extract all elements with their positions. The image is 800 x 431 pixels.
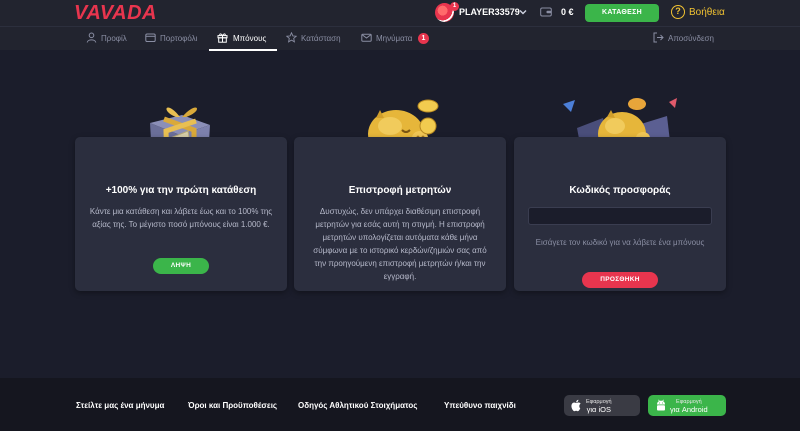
card-title: +100% για την πρώτη κατάθεση (105, 185, 257, 196)
notification-badge: 1 (450, 2, 459, 11)
android-icon (657, 399, 665, 411)
balance-amount: 0 € (561, 7, 574, 17)
tab-label: Πορτοφόλι (160, 34, 198, 43)
android-app-button[interactable]: Εφαρμογή για Android (648, 395, 726, 416)
vavada-logo[interactable]: VAVADA (74, 2, 157, 25)
tab-label: Μπόνους (233, 34, 267, 43)
promo-hint: Εισάγετε τον κωδικό για να λάβετε ένα μπ… (535, 238, 705, 247)
help-link[interactable]: Βοήθεια (689, 7, 725, 18)
promo-code-card: Κωδικός προσφοράς Εισάγετε τον κωδικό γι… (514, 137, 726, 291)
wallet-icon (540, 7, 552, 17)
apple-icon (571, 399, 581, 412)
add-promo-button[interactable]: ΠΡΟΣΘΗΚΗ (582, 272, 658, 288)
claim-bonus-button[interactable]: ΛΗΨΗ (153, 258, 209, 274)
user-icon (86, 32, 97, 43)
tab-label: Κατάσταση (301, 34, 341, 43)
footer-link-terms[interactable]: Όροι και Προϋποθέσεις (188, 401, 277, 410)
card-title: Κωδικός προσφοράς (569, 185, 671, 196)
mail-icon (361, 33, 372, 42)
footer-link-responsible-gaming[interactable]: Υπεύθυνο παιχνίδι (444, 401, 516, 410)
ios-app-button[interactable]: Εφαρμογή για iOS (564, 395, 640, 416)
footer-link-sports-guide[interactable]: Οδηγός Αθλητικού Στοιχήματος (298, 401, 417, 410)
footer: Στείλτε μας ένα μήνυμα Όροι και Προϋποθέ… (0, 378, 800, 431)
gift-icon (217, 33, 228, 43)
first-deposit-bonus-card: +100% για την πρώτη κατάθεση Κάντε μια κ… (75, 137, 287, 291)
chevron-down-icon[interactable] (518, 7, 528, 17)
tab-label: Προφίλ (101, 34, 127, 43)
messages-badge: 1 (418, 33, 429, 44)
cashback-card: Επιστροφή μετρητών Δυστυχώς, δεν υπάρχει… (294, 137, 506, 291)
promo-code-input[interactable] (528, 207, 712, 225)
card-title: Επιστροφή μετρητών (348, 185, 452, 196)
help-icon[interactable]: ? (671, 5, 685, 19)
tab-label: Μηνύματα (376, 34, 413, 43)
footer-link-contact[interactable]: Στείλτε μας ένα μήνυμα (76, 401, 164, 410)
logout-icon (653, 32, 664, 43)
android-app-label: Εφαρμογή για Android (670, 399, 708, 414)
deposit-button[interactable]: ΚΑΤΑΘΕΣΗ (585, 4, 659, 22)
top-header: VAVADA 1 PLAYER33579 0 € ΚΑΤΑΘΕΣΗ ? Βοήθ… (0, 0, 800, 26)
account-nav: Προφίλ Πορτοφόλι Μπόνους Κατάσταση Μηνύμ… (0, 26, 800, 51)
tab-bonus[interactable]: Μπόνους (209, 33, 277, 51)
ios-app-label: Εφαρμογή για iOS (586, 399, 612, 414)
wallet-icon (145, 33, 156, 42)
card-description: Δυστυχώς, δεν υπάρχει διαθέσιμη επιστροφ… (313, 207, 487, 281)
card-description: Κάντε μια κατάθεση και λάβετε έως και το… (89, 207, 273, 229)
star-icon (286, 32, 297, 43)
username[interactable]: PLAYER33579 (459, 7, 520, 17)
logout-label: Αποσύνδεση (668, 34, 714, 43)
